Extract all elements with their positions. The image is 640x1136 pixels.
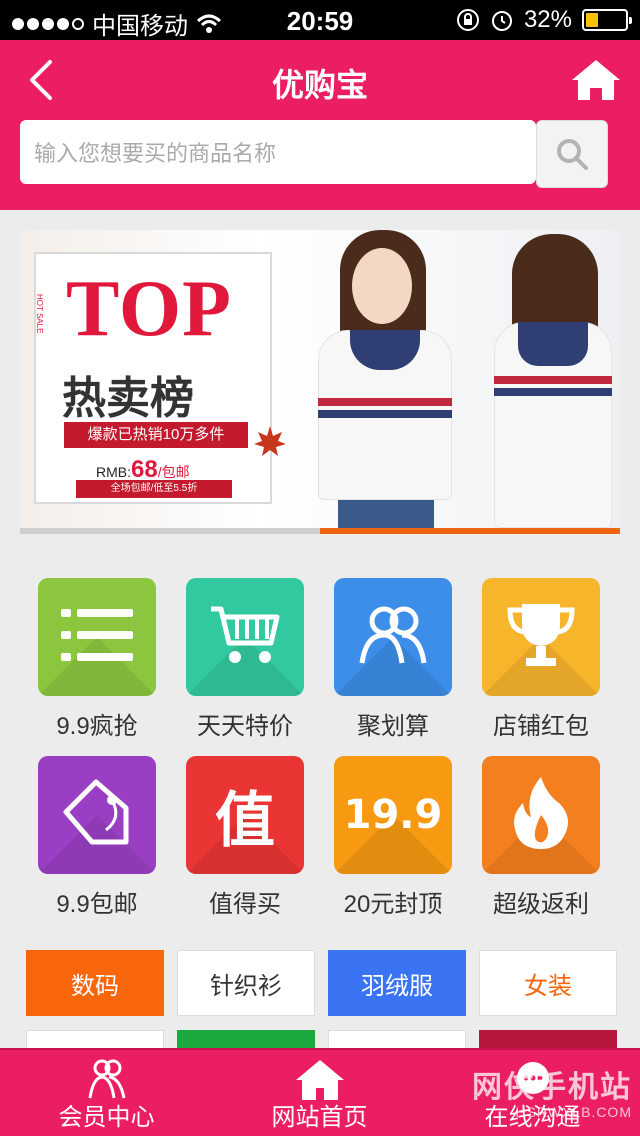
grid-tile[interactable]: 聚划算 bbox=[328, 578, 458, 741]
battery-icon bbox=[582, 9, 632, 31]
price-19-9-icon: 19.9 bbox=[334, 756, 452, 874]
search-icon bbox=[557, 139, 588, 170]
price-tag-icon bbox=[38, 756, 156, 874]
grid-tile-label: 聚划算 bbox=[357, 713, 429, 740]
list-icon bbox=[38, 578, 156, 696]
category-button[interactable]: 针织衫 bbox=[177, 950, 315, 1016]
worth-icon: 值 bbox=[186, 756, 304, 874]
promo-strip: 全场包邮/低至5.5折 bbox=[76, 480, 232, 498]
promo-tagline: 爆款已热销10万多件 bbox=[64, 422, 248, 448]
watermark: 网侠手机站 HSRWXLB.COM bbox=[472, 1071, 632, 1120]
model-photo-back bbox=[488, 230, 618, 528]
grid-tile-label: 店铺红包 bbox=[493, 713, 589, 740]
promo-banner[interactable]: TOP HOT SALE 热卖榜 爆款已热销10万多件 RMB:68/包邮 全场… bbox=[20, 230, 620, 528]
grid-tile[interactable]: 店铺红包 bbox=[476, 578, 606, 741]
grid-tile[interactable]: 19.9 20元封顶 bbox=[328, 756, 458, 919]
tab-home[interactable]: 网站首页 bbox=[213, 1050, 426, 1136]
trophy-icon bbox=[482, 578, 600, 696]
banner-pager bbox=[20, 528, 620, 534]
home-icon bbox=[295, 1060, 344, 1100]
search-button[interactable] bbox=[536, 120, 608, 188]
status-bar: 中国移动 20:59 32% bbox=[0, 0, 640, 40]
model-photo-front bbox=[310, 230, 460, 528]
search-input[interactable]: 输入您想要买的商品名称 bbox=[20, 120, 536, 184]
grid-tile[interactable]: 9.9疯抢 bbox=[32, 578, 162, 741]
tab-label: 会员中心 bbox=[58, 1104, 155, 1131]
battery-percent: 32% bbox=[523, 6, 572, 33]
banner-pager-active bbox=[320, 528, 620, 534]
grid-tile[interactable]: 超级返利 bbox=[476, 756, 606, 919]
tab-label: 网站首页 bbox=[271, 1104, 368, 1131]
category-button[interactable]: 数码 bbox=[26, 950, 164, 1016]
group-users-icon bbox=[334, 578, 452, 696]
category-button[interactable]: 羽绒服 bbox=[328, 950, 466, 1016]
grid-tile[interactable]: 值值得买 bbox=[180, 756, 310, 919]
page-title: 优购宝 bbox=[271, 67, 368, 103]
promo-headline: TOP bbox=[66, 265, 233, 353]
category-button[interactable]: 女装 bbox=[479, 950, 617, 1016]
grid-tile-label: 值得买 bbox=[209, 891, 281, 918]
shopping-cart-icon bbox=[186, 578, 304, 696]
search-placeholder: 输入您想要买的商品名称 bbox=[34, 141, 277, 166]
promo-hot-sale: HOT SALE bbox=[35, 294, 44, 334]
tab-member-center[interactable]: 会员中心 bbox=[0, 1050, 213, 1136]
grid-tile-label: 20元封顶 bbox=[343, 891, 443, 918]
promo-subhead: 热卖榜 bbox=[62, 373, 194, 424]
grid-tile[interactable]: 天天特价 bbox=[180, 578, 310, 741]
grid-tile-label: 9.9包邮 bbox=[56, 891, 138, 918]
rotation-lock-icon bbox=[456, 9, 479, 31]
grid-tile-label: 天天特价 bbox=[197, 713, 293, 740]
alarm-icon bbox=[491, 11, 512, 31]
grid-tile-label: 9.9疯抢 bbox=[56, 713, 138, 740]
grid-tile-label: 超级返利 bbox=[493, 891, 589, 918]
grid-tile[interactable]: 9.9包邮 bbox=[32, 756, 162, 919]
maple-leaf-icon bbox=[254, 426, 286, 456]
home-icon[interactable] bbox=[570, 56, 622, 104]
app-header: 优购宝 输入您想要买的商品名称 bbox=[0, 40, 640, 210]
flame-icon bbox=[482, 756, 600, 874]
promo-card: TOP HOT SALE 热卖榜 爆款已热销10万多件 RMB:68/包邮 全场… bbox=[34, 252, 286, 504]
